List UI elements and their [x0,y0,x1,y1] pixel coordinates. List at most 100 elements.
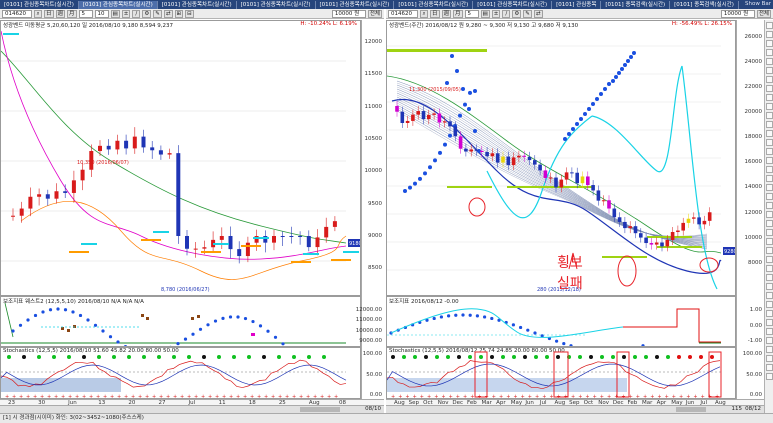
chart-icon-right[interactable]: ▤ [480,9,490,18]
period-field[interactable]: 5 [78,9,93,18]
tool2-icon[interactable]: ⇄ [163,9,173,18]
candle-body [527,156,532,161]
weekly-tab-right[interactable]: 週 [441,9,452,18]
line-icon[interactable]: ∕ [132,9,141,18]
window-tab[interactable]: [0101] 관심종목차트(실시간) [237,0,316,9]
side-tool-icon[interactable] [765,274,773,281]
side-tool-icon[interactable] [765,337,773,344]
tool-icon-right[interactable]: ✎ [523,9,532,18]
side-tool-icon[interactable] [765,31,773,38]
all-button-right[interactable]: 전체 [756,9,771,18]
side-tool-icon[interactable] [765,112,773,119]
side-tool-icon[interactable] [765,319,773,326]
side-tool-icon[interactable] [765,328,773,335]
side-tool-icon[interactable] [765,247,773,254]
side-tool-icon[interactable] [765,256,773,263]
side-tool-icon[interactable] [765,310,773,317]
tool-icon[interactable]: ✎ [153,9,162,18]
stock-code-input-right[interactable]: 014620 [388,9,418,18]
stock-code-input[interactable]: 014620 [2,9,32,18]
signal-dot [633,355,637,359]
axis-tick-label: 12000 [364,39,383,46]
macd-dot [483,315,487,319]
all-button[interactable]: 전체 [367,9,382,18]
search-icon-right[interactable]: ⌕ [420,9,428,18]
daily-tab[interactable]: 日 [44,9,54,18]
side-tool-icon[interactable] [765,58,773,65]
side-tool-icon[interactable] [765,130,773,137]
side-tool-icon[interactable] [765,364,773,371]
window-tab[interactable]: [0101] 종목검색(실시간) [601,0,671,9]
side-tool-icon[interactable] [765,121,773,128]
chart-icon[interactable]: ▤ [110,9,120,18]
side-tool-icon[interactable] [765,166,773,173]
left-scroll-thumb[interactable] [300,407,340,412]
line-icon-right[interactable]: ∕ [502,9,511,18]
window-tab[interactable]: [0101] 관심종목 [552,0,602,9]
zoom-icon[interactable]: ± [121,9,131,18]
side-tool-icon[interactable] [765,139,773,146]
side-tool-icon[interactable] [765,301,773,308]
macd-dot [243,316,248,321]
weekly-tab[interactable]: 週 [55,9,66,18]
side-tool-icon[interactable] [765,229,773,236]
amount-field-right[interactable]: 10000 원 [720,9,755,18]
side-tool-icon[interactable] [765,211,773,218]
side-tool-icon[interactable] [765,238,773,245]
side-tool-icon[interactable] [765,265,773,272]
setting-icon[interactable]: ⚙ [142,9,152,18]
side-tool-icon[interactable] [765,49,773,56]
side-tool-icon[interactable] [765,103,773,110]
side-tool-icon[interactable] [765,373,773,380]
window-tab[interactable]: [0101] 관심종목차트(실시간) [158,0,237,9]
window-tab[interactable]: [0101] 관심종목차트(실시간) [473,0,553,9]
window-tab[interactable]: [0101] 관심종목차트(실시간) [394,0,474,9]
side-tool-icon[interactable] [765,346,773,353]
setting-icon-right[interactable]: ⚙ [512,9,522,18]
left-scrollbar[interactable]: 08/10 [0,405,384,413]
side-tool-icon[interactable] [765,355,773,362]
right-macd-axis: 1.00 0.00 -1.00 [736,296,764,347]
tool3-icon[interactable]: ⊞ [174,9,184,18]
zoom-icon-right[interactable]: ± [491,9,501,18]
right-scrollbar[interactable]: 115 08/12 [386,405,764,413]
side-tool-icon[interactable] [765,40,773,47]
side-tool-icon[interactable] [765,94,773,101]
side-tool-icon[interactable] [765,175,773,182]
side-tool-icon[interactable] [765,184,773,191]
count-field[interactable]: 10 [94,9,109,18]
window-tab[interactable]: [0101] 관심종목차트(실시간) [0,0,79,9]
window-tab[interactable]: [0101] 관심종목차트(실시간) [316,0,395,9]
daily-tab-right[interactable]: 日 [430,9,440,18]
tool2-icon-right[interactable]: ⇄ [533,9,543,18]
search-icon[interactable]: ⌕ [34,9,42,18]
right-scroll-thumb[interactable] [676,407,706,412]
signal-dot [501,355,505,359]
tool4-icon[interactable]: ⊟ [185,9,194,18]
side-tool-icon[interactable] [765,202,773,209]
side-tool-icon[interactable] [765,22,773,29]
psar-dot [632,51,636,55]
side-tool-icon[interactable] [765,85,773,92]
side-tool-icon[interactable] [765,67,773,74]
side-tool-icon[interactable] [765,193,773,200]
signal-dot [490,355,494,359]
monthly-tab-right[interactable]: 月 [453,9,463,18]
side-tool-icon[interactable] [765,76,773,83]
side-tool-icon[interactable] [765,283,773,290]
window-tab[interactable]: [0101] 관심종목차트(실시간) [78,0,158,9]
signal-dot [666,355,670,359]
amount-field[interactable]: 10000 원 [331,9,366,18]
side-tool-icon[interactable] [765,220,773,227]
side-tool-icon[interactable] [765,292,773,299]
period-field-right[interactable]: 5 [464,9,479,18]
cyan-line [591,65,683,173]
monthly-tab[interactable]: 月 [67,9,77,18]
window-tab[interactable]: [0101] 종목검색(실시간) [670,0,739,9]
candle-body [644,237,648,244]
left-macd-axis: 12000.00 11000.00 10000.00 9000.00 [356,296,384,347]
side-tool-icon[interactable] [765,157,773,164]
left-toolbar: 014620 ⌕ 日 週 月 5 10 ▤ ± ∕ ⚙ ✎ ⇄ ⊞ ⊟ 1000… [0,9,384,19]
signal-dot [534,355,538,359]
side-tool-icon[interactable] [765,148,773,155]
